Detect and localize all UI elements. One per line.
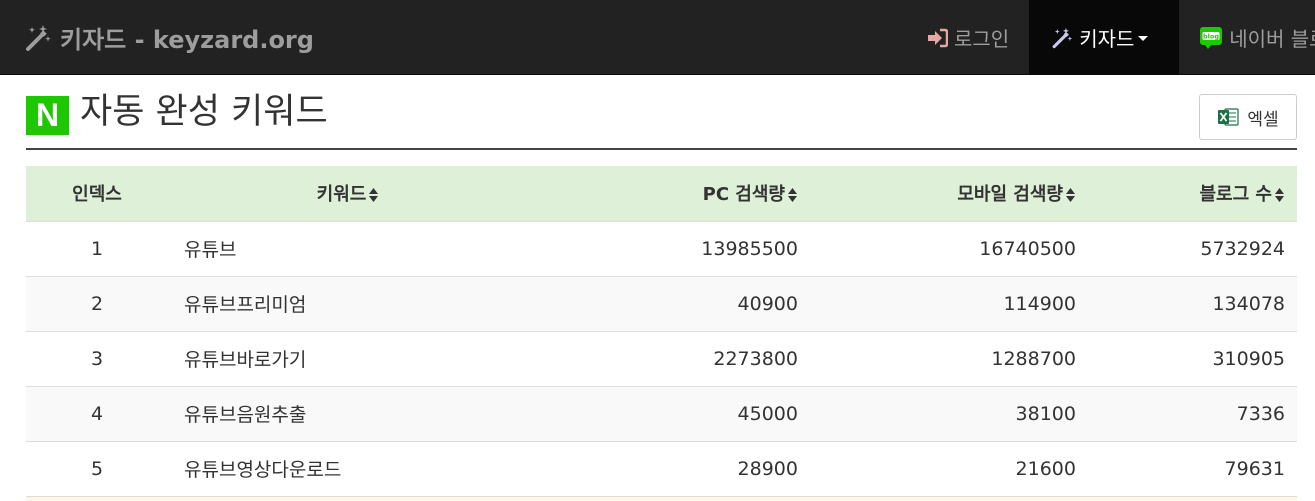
login-link[interactable]: 로그인 [906, 0, 1029, 75]
keyzard-dropdown[interactable]: 키자드 [1029, 0, 1180, 75]
table-row: 1 유튜브 13985500 16740500 5732924 [26, 220, 1297, 276]
column-header-keyword[interactable]: 키워드 [168, 166, 528, 221]
cell-index: 5 [26, 440, 168, 496]
excel-label: 엑셀 [1247, 109, 1279, 130]
cell-index: 3 [26, 330, 168, 386]
cell-mobile-volume: 16740500 [810, 220, 1088, 276]
cell-blog-count: 134078 [1088, 275, 1297, 331]
cell-blog-count: 7336 [1088, 385, 1297, 441]
sort-icon [1275, 188, 1284, 203]
column-header-index: 인덱스 [26, 166, 168, 221]
sort-icon [788, 188, 797, 203]
cell-keyword[interactable]: 유튜브프리미엄 [168, 275, 528, 331]
svg-text:blog: blog [1203, 32, 1219, 40]
cell-mobile-volume: 38100 [810, 385, 1088, 441]
cell-blog-count: 5732924 [1088, 220, 1297, 276]
cell-pc-volume: 45000 [528, 385, 810, 441]
naver-blog-label: 네이버 블로그 [1229, 27, 1315, 51]
naver-logo-badge: N [26, 96, 69, 135]
table-row: 4 유튜브음원추출 45000 38100 7336 [26, 385, 1297, 441]
cell-mobile-volume: 114900 [810, 275, 1088, 331]
sort-icon [369, 188, 379, 203]
column-header-blog-count[interactable]: 블로그 수 [1088, 166, 1297, 221]
cell-pc-volume: 40900 [528, 275, 810, 331]
blog-icon: blog [1200, 26, 1223, 49]
next-row-edge [26, 496, 1297, 501]
page-title: 자동 완성 키워드 [80, 92, 328, 132]
login-label: 로그인 [954, 27, 1010, 51]
magic-wand-icon [1052, 27, 1073, 48]
top-navbar: 키자드 - keyzard.org 로그인 키자드 blog 네이버 블 [0, 0, 1315, 75]
sign-in-icon [928, 28, 948, 47]
table-row: 2 유튜브프리미엄 40900 114900 134078 [26, 275, 1297, 331]
cell-keyword[interactable]: 유튜브바로가기 [168, 330, 528, 386]
navbar-menu: 로그인 키자드 blog 네이버 블로그 [906, 0, 1315, 75]
sort-icon [1066, 188, 1075, 203]
cell-pc-volume: 28900 [528, 440, 810, 496]
column-header-mobile-volume[interactable]: 모바일 검색량 [810, 166, 1088, 221]
cell-pc-volume: 2273800 [528, 330, 810, 386]
cell-index: 2 [26, 275, 168, 331]
naver-blog-link[interactable]: blog 네이버 블로그 [1179, 0, 1315, 75]
cell-mobile-volume: 1288700 [810, 330, 1088, 386]
cell-blog-count: 79631 [1088, 440, 1297, 496]
caret-down-icon [1138, 36, 1149, 41]
cell-keyword[interactable]: 유튜브 [168, 220, 528, 276]
excel-export-button[interactable]: 엑셀 [1199, 94, 1297, 140]
brand-link[interactable]: 키자드 - keyzard.org [24, 0, 314, 75]
table-header-row: 인덱스 키워드 PC 검색량 모바일 검색량 블로그 수 [26, 166, 1297, 221]
cell-pc-volume: 13985500 [528, 220, 810, 276]
keyzard-label: 키자드 [1079, 27, 1135, 51]
keyword-table-wrapper: 인덱스 키워드 PC 검색량 모바일 검색량 블로그 수 1 유튜브 13985… [26, 166, 1297, 496]
table-row: 3 유튜브바로가기 2273800 1288700 310905 [26, 330, 1297, 386]
brand-text: 키자드 - keyzard.org [60, 26, 314, 54]
keyword-table: 인덱스 키워드 PC 검색량 모바일 검색량 블로그 수 1 유튜브 13985… [26, 166, 1297, 496]
cell-index: 1 [26, 220, 168, 276]
cell-blog-count: 310905 [1088, 330, 1297, 386]
cell-index: 4 [26, 385, 168, 441]
cell-keyword[interactable]: 유튜브영상다운로드 [168, 440, 528, 496]
page-header: N 자동 완성 키워드 엑셀 [26, 76, 1297, 150]
excel-icon [1218, 108, 1239, 126]
cell-mobile-volume: 21600 [810, 440, 1088, 496]
cell-keyword[interactable]: 유튜브음원추출 [168, 385, 528, 441]
column-header-pc-volume[interactable]: PC 검색량 [528, 166, 810, 221]
magic-wand-icon [26, 24, 51, 51]
table-row: 5 유튜브영상다운로드 28900 21600 79631 [26, 440, 1297, 496]
